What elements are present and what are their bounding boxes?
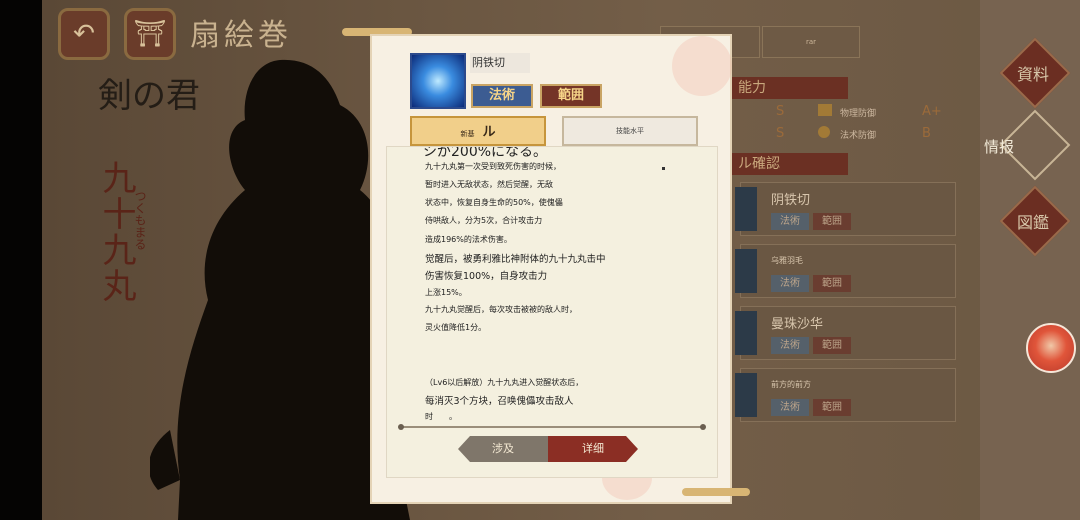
description-line: 九十九丸第一次受到致死伤害的时候， [425, 162, 561, 171]
skill-card-tag-magic: 法術 [771, 275, 809, 292]
skill-card-name: 乌雅羽毛 [771, 256, 803, 265]
description-line: 伤害恢复100%，自身攻击力 [425, 271, 548, 282]
skill-card-tag-range: 範囲 [813, 337, 851, 354]
description-line: 觉醒后，被勇利雅比神附体的九十九丸击中 [425, 254, 606, 265]
description-line: 状态中，恢复自身生命的50%，使傀儡 [425, 198, 563, 207]
skill-card-name: 阴铁切 [771, 193, 811, 208]
back-arrow-icon: ↶ [73, 19, 95, 49]
skill-card-1[interactable]: 阴铁切 法術 範囲 [735, 182, 956, 236]
menu-data-label: 資料 [1017, 65, 1050, 84]
skill-card-tag-range: 範囲 [813, 399, 851, 416]
pointer-dot [662, 167, 665, 170]
tab-skill-effect-label: ル [482, 125, 496, 140]
skill-card-4[interactable]: 前方的前方 法術 範囲 [735, 368, 956, 422]
assistant-avatar[interactable] [1026, 323, 1076, 373]
scroll-dot-right [700, 424, 706, 430]
menu-catalog-label: 図鑑 [1017, 213, 1050, 232]
description-line: （Lv6以后解放）九十九丸进入觉醒状态后， [425, 378, 584, 387]
description-line: 每消灭3个方块，召唤傀儡攻击敌人 [425, 396, 574, 407]
description-line: 九十九丸觉醒后，每次攻击被被的敌人时， [425, 305, 577, 314]
stat-grade-1: S [776, 104, 785, 119]
stat-label-magic-defense: 法术防御 [840, 131, 877, 141]
magic-defense-icon [818, 126, 830, 138]
skill-thumbnail [735, 249, 757, 293]
skill-description[interactable]: シが200%になる。 九十九丸第一次受到致死伤害的时候， 暂时进入无敌状态，然后… [386, 146, 718, 478]
shrine-gate-icon: ⛩ [133, 19, 167, 49]
skill-card-2[interactable]: 乌雅羽毛 法術 範囲 [735, 244, 956, 298]
skill-card-name: 曼珠沙华 [771, 317, 824, 332]
skill-card-tag-range: 範囲 [813, 213, 851, 230]
tab-2[interactable]: rar [762, 26, 860, 58]
section-skill-header: ル確認 [730, 153, 848, 175]
description-line: 时 。 [425, 412, 457, 421]
skill-icon [410, 53, 466, 109]
tab-skill-effect[interactable]: 新基ル [410, 116, 546, 146]
skill-card-tag-range: 範囲 [813, 275, 851, 292]
left-letterbox [0, 0, 42, 520]
skill-thumbnail [735, 187, 757, 231]
description-line-partial: シが200%になる。 [423, 146, 548, 160]
skill-thumbnail [735, 373, 757, 417]
back-button[interactable]: ↶ [58, 8, 110, 60]
description-line: 暂时进入无敌状态，然后觉醒，无敌 [425, 180, 553, 189]
character-title-ruby: つくもまる [133, 190, 147, 250]
menu-info-label: 情报 [984, 138, 1015, 156]
skill-card-name: 前方的前方 [771, 380, 811, 389]
skill-card-3[interactable]: 曼珠沙华 法術 範囲 [735, 306, 956, 360]
stat-grade-magic-defense: B [922, 126, 931, 141]
tab-skill-level[interactable]: 技能水平 [562, 116, 698, 146]
description-line: 造成196%的法术伤害。 [425, 235, 512, 244]
stat-grade-2: S [776, 126, 785, 141]
scroll-indicator[interactable] [398, 424, 706, 430]
skill-tag-range: 範囲 [540, 84, 602, 108]
skill-tag-magic: 法術 [471, 84, 533, 108]
section-ability-header: 能力 [730, 77, 848, 99]
description-line: 上涨15%。 [425, 288, 467, 297]
description-line: 灵火值降低1分。 [425, 323, 487, 332]
skill-thumbnail [735, 311, 757, 355]
game-screen: ↶ ⛩ 扇絵巻 剣の君 九十九丸 つくもまる rar 能力 S S 物理防御 A… [0, 0, 1080, 520]
description-line: 侍哄敌人，分为5次，合计攻击力 [425, 216, 543, 225]
scroll-dot-left [398, 424, 404, 430]
page-title: 扇絵巻 [190, 18, 292, 53]
skill-card-tag-magic: 法術 [771, 213, 809, 230]
skill-card-tag-magic: 法術 [771, 399, 809, 416]
tab-skill-effect-prefix: 新基 [460, 130, 475, 138]
defense-icon [818, 104, 832, 116]
skill-name: 阴铁切 [470, 53, 530, 73]
related-button[interactable]: 涉及 [458, 436, 548, 462]
sakura-decoration [672, 36, 732, 96]
stat-label-physical-defense: 物理防御 [840, 109, 877, 119]
skill-card-tag-magic: 法術 [771, 337, 809, 354]
stat-grade-physical-defense: A+ [922, 104, 942, 119]
details-button[interactable]: 详细 [548, 436, 638, 462]
modal-ornament [682, 488, 750, 496]
